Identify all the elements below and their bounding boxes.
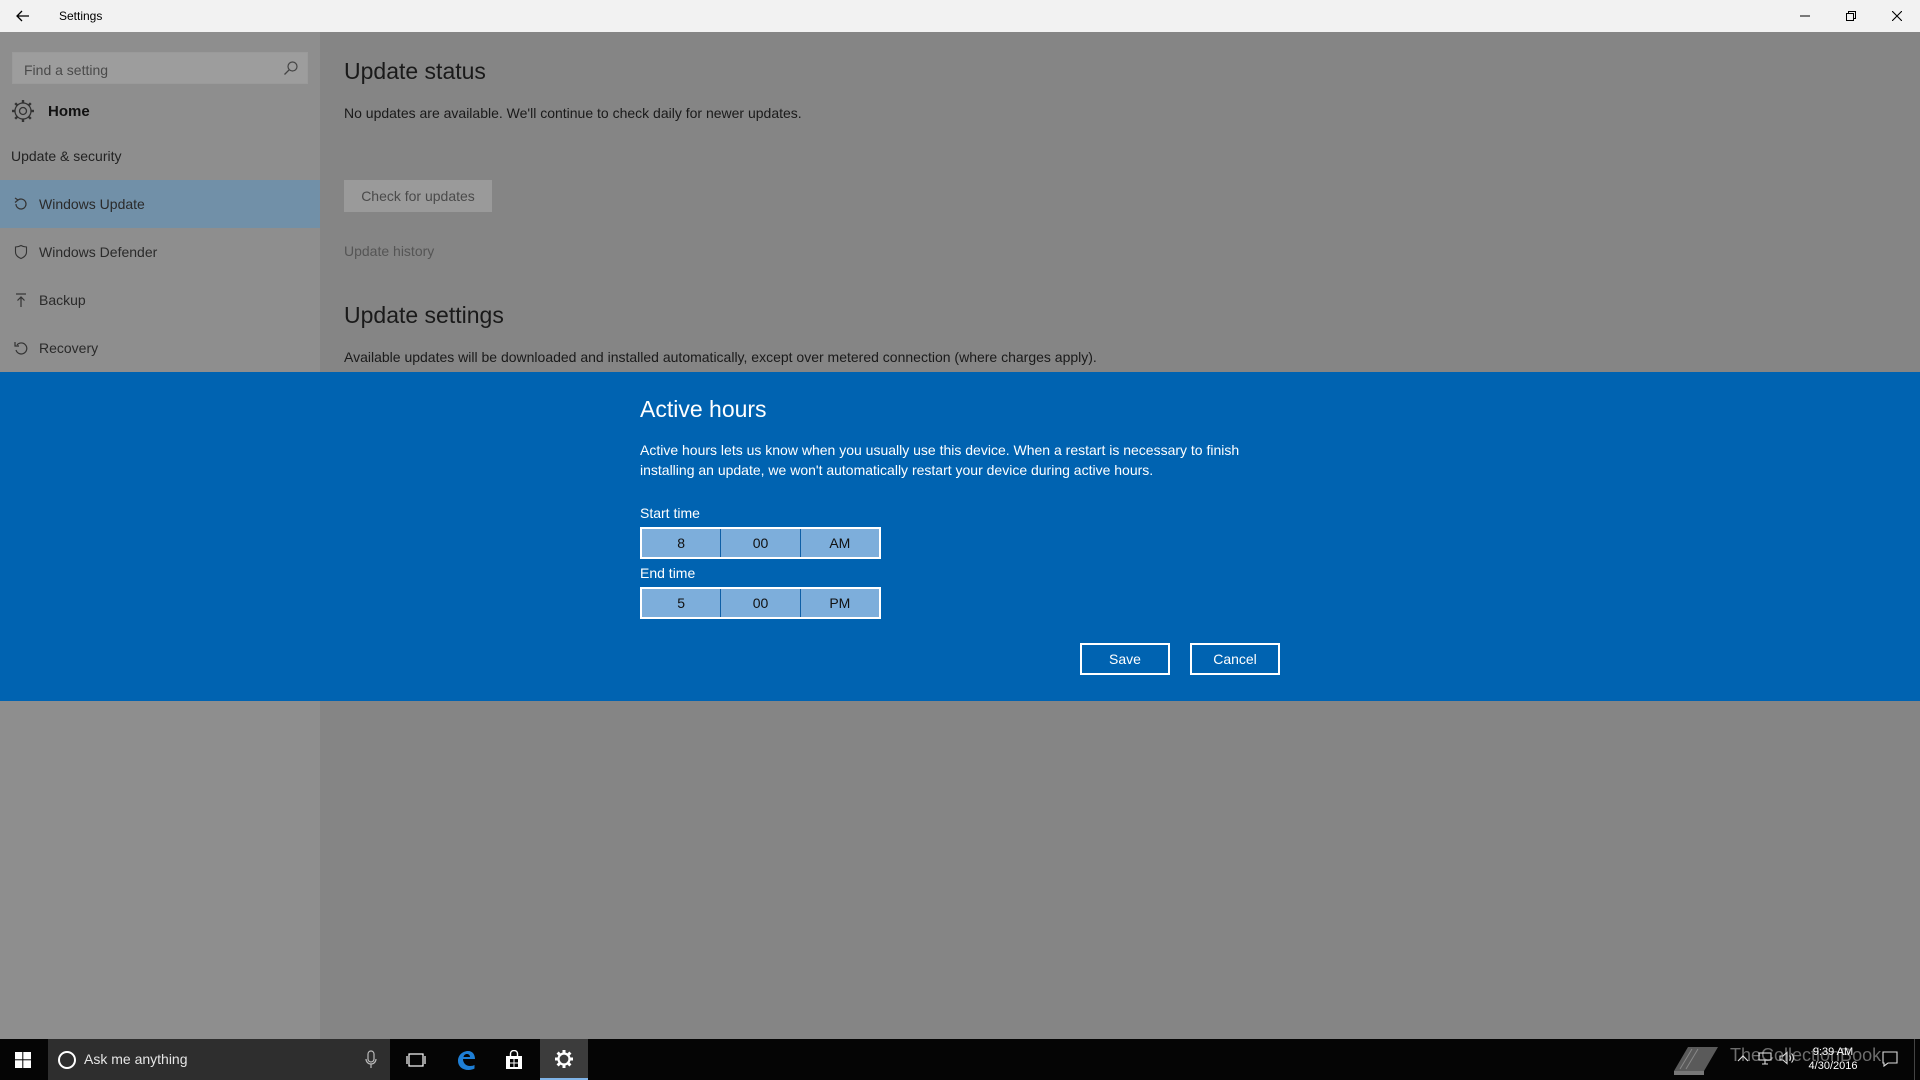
start-time-label: Start time <box>640 505 700 521</box>
taskbar-search-placeholder: Ask me anything <box>84 1051 188 1067</box>
update-settings-heading: Update settings <box>344 302 504 328</box>
close-icon <box>1892 11 1902 21</box>
restore-button[interactable] <box>1828 0 1874 32</box>
network-button[interactable] <box>1756 1049 1774 1067</box>
end-time-picker[interactable]: 5 00 PM <box>640 587 881 619</box>
cortana-icon <box>58 1051 76 1069</box>
cancel-button[interactable]: Cancel <box>1190 643 1280 675</box>
chevron-up-icon <box>1737 1055 1749 1062</box>
window-title: Settings <box>59 9 103 23</box>
show-desktop-button[interactable] <box>1914 1039 1920 1080</box>
recovery-icon <box>12 339 30 357</box>
check-for-updates-button[interactable]: Check for updates <box>344 180 492 212</box>
book-watermark-icon <box>1674 1047 1718 1075</box>
end-time-label: End time <box>640 565 696 581</box>
home-link[interactable]: Home <box>10 96 310 126</box>
clock-time: 9:39 AM <box>1812 1046 1854 1058</box>
sidebar-item-label: Windows Update <box>39 196 145 212</box>
sidebar-item-windows-defender[interactable]: Windows Defender <box>0 228 320 276</box>
microphone-icon[interactable] <box>364 1050 378 1070</box>
taskbar-search-box[interactable]: Ask me anything <box>48 1039 390 1080</box>
search-input[interactable]: Find a setting <box>12 52 308 84</box>
section-label: Update & security <box>11 148 122 164</box>
clock-date: 4/30/2016 <box>1808 1060 1858 1072</box>
update-history-link[interactable]: Update history <box>344 243 434 259</box>
edge-icon <box>458 1050 475 1070</box>
show-hidden-icons-button[interactable] <box>1734 1049 1752 1067</box>
sidebar-item-label: Recovery <box>39 340 99 356</box>
sidebar-item-label: Windows Defender <box>39 244 158 260</box>
gear-icon <box>12 100 34 122</box>
windows-logo-icon <box>15 1051 31 1068</box>
volume-icon <box>1779 1051 1794 1065</box>
gear-icon <box>555 1049 573 1068</box>
home-label: Home <box>48 102 90 120</box>
start-time-picker[interactable]: 8 00 AM <box>640 527 881 559</box>
sidebar-item-windows-update[interactable]: Windows Update <box>0 180 320 228</box>
search-placeholder: Find a setting <box>24 62 109 78</box>
sidebar-item-backup[interactable]: Backup <box>0 276 320 324</box>
volume-button[interactable] <box>1778 1049 1796 1067</box>
start-button[interactable] <box>0 1039 46 1080</box>
end-hour[interactable]: 5 <box>642 589 721 617</box>
task-view-icon <box>406 1052 426 1067</box>
restore-icon <box>1846 11 1856 21</box>
end-period[interactable]: PM <box>799 589 879 617</box>
store-icon <box>506 1049 522 1069</box>
task-view-button[interactable] <box>392 1039 440 1080</box>
backup-arrow-icon <box>12 291 30 309</box>
back-arrow-icon <box>16 10 29 22</box>
sidebar-item-label: Backup <box>39 292 86 308</box>
dialog-title: Active hours <box>640 396 767 422</box>
back-button[interactable] <box>8 4 38 28</box>
update-status-text: No updates are available. We'll continue… <box>344 105 802 121</box>
save-button[interactable]: Save <box>1080 643 1170 675</box>
update-status-heading: Update status <box>344 58 486 84</box>
edge-taskbar-button[interactable] <box>442 1039 490 1080</box>
taskbar-clock[interactable]: 9:39 AM 4/30/2016 <box>1798 1045 1868 1073</box>
start-minute[interactable]: 00 <box>720 529 800 557</box>
minimize-icon <box>1800 15 1810 17</box>
end-minute[interactable]: 00 <box>720 589 800 617</box>
title-bar: Settings <box>0 0 1920 32</box>
minimize-button[interactable] <box>1782 0 1828 32</box>
taskbar: Ask me anything TheCollectionBook 9:39 A… <box>0 1039 1920 1080</box>
search-icon[interactable] <box>283 60 299 76</box>
update-settings-text: Available updates will be downloaded and… <box>344 349 1097 365</box>
refresh-icon <box>12 195 30 213</box>
settings-taskbar-button[interactable] <box>540 1039 588 1080</box>
action-center-icon[interactable] <box>1880 1049 1900 1069</box>
network-icon <box>1758 1052 1772 1065</box>
start-hour[interactable]: 8 <box>642 529 721 557</box>
store-taskbar-button[interactable] <box>490 1039 538 1080</box>
start-period[interactable]: AM <box>799 529 879 557</box>
active-hours-dialog: Active hours Active hours lets us know w… <box>0 372 1920 701</box>
shield-icon <box>12 243 30 261</box>
close-button[interactable] <box>1874 0 1920 32</box>
sidebar-item-recovery[interactable]: Recovery <box>0 324 320 372</box>
dialog-description: Active hours lets us know when you usual… <box>640 442 1240 478</box>
